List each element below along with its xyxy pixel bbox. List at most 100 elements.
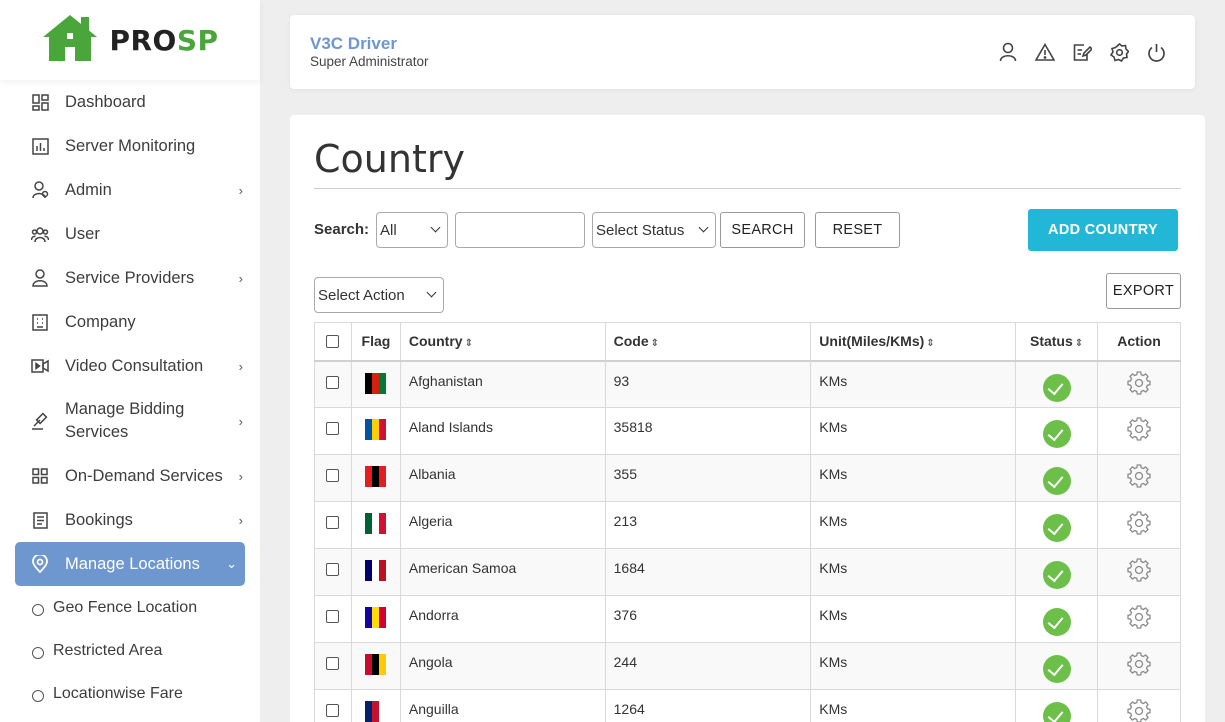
alert-icon[interactable]: [1034, 41, 1056, 63]
table-row: Aland Islands 35818 KMs: [314, 407, 1181, 455]
flag-icon: [365, 372, 387, 394]
search-field-select[interactable]: All: [376, 212, 448, 248]
header-code[interactable]: Code ⇕: [604, 322, 812, 362]
dashboard-icon: [31, 93, 49, 111]
reset-button[interactable]: RESET: [815, 212, 900, 248]
sidebar-item-on-demand-services[interactable]: On-Demand Services ›: [15, 465, 245, 487]
flag-cell: [350, 501, 401, 549]
code-cell: 93: [604, 360, 812, 408]
flag-cell: [350, 595, 401, 643]
edit-icon[interactable]: [1071, 41, 1093, 63]
check-circle-icon[interactable]: [1042, 655, 1071, 683]
table-row: Anguilla 1264 KMs: [314, 689, 1181, 722]
export-button[interactable]: EXPORT: [1106, 273, 1181, 309]
logo[interactable]: PROSP: [0, 0, 260, 80]
chevron-right-icon: ›: [238, 270, 243, 286]
header-action: Action: [1097, 322, 1181, 362]
search-button[interactable]: SEARCH: [720, 212, 805, 248]
row-select-cell: [314, 548, 352, 596]
gear-icon[interactable]: [1127, 558, 1151, 585]
sort-icon: ⇕: [926, 338, 935, 350]
row-select-cell: [314, 689, 352, 722]
table-header-row: Flag Country ⇕ Code ⇕ Unit(Miles/KMs) ⇕ Sta…: [314, 322, 1181, 362]
sidebar-item-manage-bidding-services[interactable]: Manage Bidding Services ›: [15, 398, 245, 444]
check-circle-icon[interactable]: [1042, 514, 1071, 542]
profile-icon[interactable]: [997, 41, 1019, 63]
check-circle-icon[interactable]: [1042, 608, 1071, 636]
add-country-button[interactable]: ADD COUNTRY: [1028, 209, 1178, 251]
status-select[interactable]: Select Status: [592, 212, 716, 248]
row-checkbox[interactable]: [326, 516, 340, 529]
bulk-action-select[interactable]: Select Action: [314, 277, 444, 313]
row-checkbox[interactable]: [326, 610, 340, 623]
sidebar-item-bookings[interactable]: Bookings ›: [15, 509, 245, 531]
sidebar-item-company[interactable]: Company: [15, 311, 245, 333]
row-checkbox[interactable]: [326, 422, 340, 435]
unit-cell: KMs: [810, 642, 1017, 690]
unit-cell: KMs: [810, 454, 1017, 502]
status-cell: [1015, 501, 1099, 549]
unit-cell: KMs: [810, 360, 1017, 408]
gear-icon[interactable]: [1127, 370, 1151, 398]
sidebar-item-service-providers[interactable]: Service Providers ›: [15, 267, 245, 289]
country-cell: Afghanistan: [399, 360, 606, 408]
flag-cell: [350, 642, 401, 690]
chevron-right-icon: ›: [238, 358, 243, 374]
flag-icon: [365, 607, 387, 628]
sidebar-item-server-monitoring[interactable]: Server Monitoring: [15, 135, 245, 157]
gear-icon[interactable]: [1127, 464, 1151, 491]
row-select-cell: [314, 454, 352, 502]
header-country[interactable]: Country ⇕: [399, 322, 606, 362]
status-cell: [1015, 595, 1099, 643]
row-checkbox[interactable]: [326, 469, 340, 482]
select-all-checkbox[interactable]: [326, 335, 340, 349]
code-cell: 35818: [604, 407, 812, 455]
flag-icon: [365, 466, 387, 487]
sidebar-item-manage-locations[interactable]: Manage Locations ⌄: [15, 542, 245, 586]
country-cell: Anguilla: [399, 689, 606, 722]
table-row: Algeria 213 KMs: [314, 501, 1181, 549]
check-circle-icon[interactable]: [1042, 702, 1071, 722]
row-select-cell: [314, 595, 352, 643]
unit-cell: KMs: [810, 548, 1017, 596]
sidebar-item-video-consultation[interactable]: Video Consultation ›: [15, 355, 245, 377]
video-icon: [31, 357, 49, 375]
sidebar-item-dashboard[interactable]: Dashboard: [15, 91, 245, 113]
action-cell: [1097, 689, 1181, 722]
status-cell: [1015, 642, 1099, 690]
status-cell: [1015, 360, 1099, 408]
power-icon[interactable]: [1145, 41, 1167, 63]
check-circle-icon[interactable]: [1042, 561, 1071, 589]
sort-icon: ⇕: [1074, 338, 1084, 350]
header-status[interactable]: Status ⇕: [1015, 322, 1099, 362]
check-circle-icon[interactable]: [1042, 420, 1071, 448]
sidebar-subitem-locationwise-fare[interactable]: Locationwise Fare: [32, 685, 183, 703]
check-circle-icon[interactable]: [1042, 467, 1071, 495]
sidebar-item-admin[interactable]: Admin ›: [15, 179, 245, 201]
gear-icon[interactable]: [1127, 417, 1151, 444]
row-checkbox[interactable]: [326, 704, 340, 717]
check-circle-icon[interactable]: [1042, 373, 1071, 402]
row-checkbox[interactable]: [326, 375, 340, 389]
logo-text: PROSP: [109, 23, 219, 57]
sidebar-subitem-geo-fence-location[interactable]: Geo Fence Location: [32, 599, 197, 617]
action-cell: [1097, 454, 1181, 502]
select-all-header: [314, 322, 352, 362]
header-unit[interactable]: Unit(Miles/KMs) ⇕: [810, 322, 1017, 362]
gear-icon[interactable]: [1127, 605, 1151, 632]
row-checkbox[interactable]: [326, 657, 340, 670]
search-input[interactable]: [455, 212, 585, 248]
gear-icon[interactable]: [1127, 511, 1151, 538]
action-cell: [1097, 501, 1181, 549]
table-row: Angola 244 KMs: [314, 642, 1181, 690]
row-checkbox[interactable]: [326, 563, 340, 576]
gear-icon[interactable]: [1127, 699, 1151, 722]
gear-icon[interactable]: [1127, 652, 1151, 679]
chevron-right-icon: ›: [238, 413, 243, 429]
row-select-cell: [314, 360, 352, 408]
settings-icon[interactable]: [1108, 41, 1130, 63]
sidebar-subitem-restricted-area[interactable]: Restricted Area: [32, 642, 162, 660]
user-role: Super Administrator: [310, 54, 429, 69]
chevron-right-icon: ›: [238, 512, 243, 528]
sidebar-item-user[interactable]: User: [15, 223, 245, 245]
